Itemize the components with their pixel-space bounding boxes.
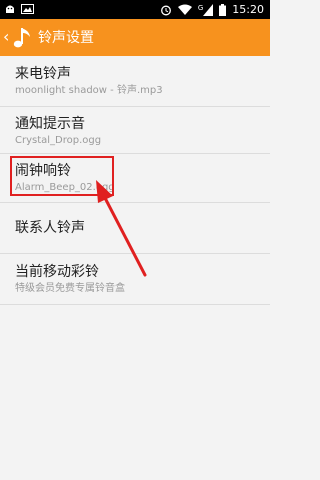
setting-value: Crystal_Drop.ogg	[15, 135, 102, 146]
settings-list: 来电铃声 moonlight shadow - 铃声.mp3 通知提示音 Cry…	[0, 56, 270, 305]
wifi-icon	[177, 4, 192, 16]
signal-icon: G	[198, 3, 214, 16]
setting-alarm-ringtone[interactable]: 闹钟响铃 Alarm_Beep_02.ogg	[0, 154, 270, 203]
setting-contact-ringtone[interactable]: 联系人铃声	[0, 203, 270, 254]
image-icon	[21, 3, 34, 15]
setting-value: moonlight shadow - 铃声.mp3	[15, 85, 163, 96]
page-title: 铃声设置	[38, 30, 94, 46]
setting-title: 来电铃声	[15, 66, 71, 82]
chevron-left-icon[interactable]: ‹	[3, 28, 9, 46]
status-bar: G 15:20	[0, 0, 270, 19]
status-time: 15:20	[232, 3, 264, 16]
setting-current-ringback-tone[interactable]: 当前移动彩铃 特级会员免费专属铃音盒	[0, 254, 270, 305]
action-bar: ‹ 铃声设置	[0, 19, 270, 56]
setting-title: 闹钟响铃	[15, 163, 71, 179]
setting-value: Alarm_Beep_02.ogg	[15, 182, 115, 193]
android-debug-icon	[4, 3, 16, 15]
setting-title: 通知提示音	[15, 116, 85, 132]
setting-title: 当前移动彩铃	[15, 264, 99, 280]
setting-title: 联系人铃声	[15, 220, 85, 236]
setting-value: 特级会员免费专属铃音盒	[15, 283, 125, 294]
setting-notification-sound[interactable]: 通知提示音 Crystal_Drop.ogg	[0, 107, 270, 154]
alarm-icon	[160, 4, 172, 16]
battery-icon	[219, 3, 227, 16]
setting-incoming-ringtone[interactable]: 来电铃声 moonlight shadow - 铃声.mp3	[0, 56, 270, 107]
music-note-icon[interactable]	[13, 25, 33, 53]
